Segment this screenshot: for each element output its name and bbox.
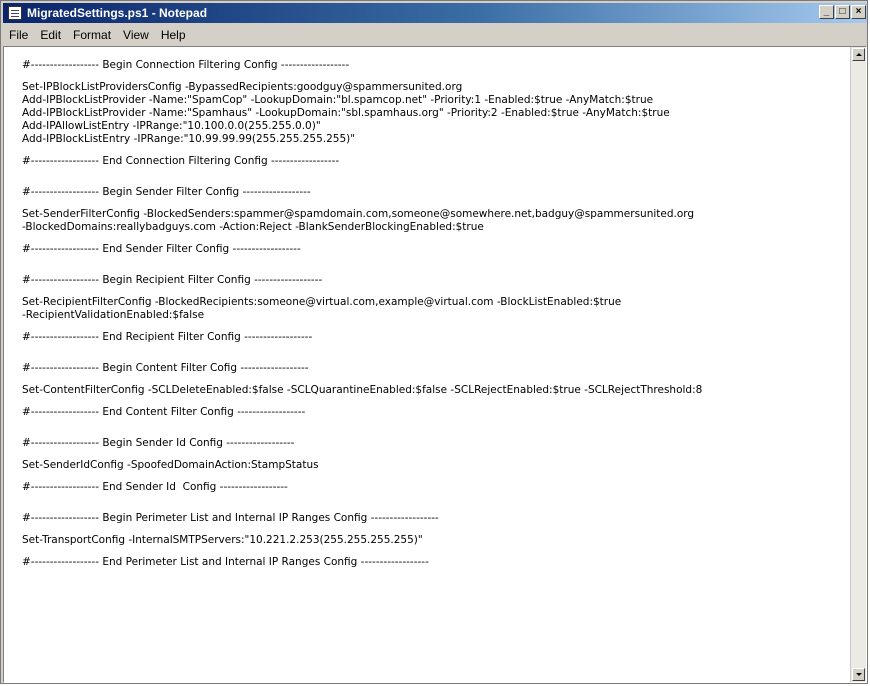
menu-edit[interactable]: Edit xyxy=(34,28,67,42)
vertical-scrollbar[interactable] xyxy=(850,47,866,682)
comment-line: #------------------ End Recipient Filter… xyxy=(22,331,313,343)
minimize-button[interactable]: _ xyxy=(819,5,834,19)
menu-bar: File Edit Format View Help xyxy=(3,25,867,44)
code-line: Add-IPBlockListProvider -Name:"SpamCop" … xyxy=(22,94,654,106)
code-line: Set-SenderIdConfig -SpoofedDomainAction:… xyxy=(22,459,319,471)
code-line: -BlockedDomains:reallybadguys.com -Actio… xyxy=(22,221,484,233)
comment-line: #------------------ End Sender Filter Co… xyxy=(22,243,301,255)
notepad-icon[interactable] xyxy=(8,6,22,20)
comment-line: #------------------ Begin Recipient Filt… xyxy=(22,274,323,286)
scroll-down-arrow-icon[interactable] xyxy=(852,668,865,681)
code-line: Set-SenderFilterConfig -BlockedSenders:s… xyxy=(22,208,695,220)
close-button[interactable]: × xyxy=(851,5,866,19)
code-line: Set-ContentFilterConfig -SCLDeleteEnable… xyxy=(22,384,703,396)
scroll-up-arrow-icon[interactable] xyxy=(852,48,865,61)
menu-help[interactable]: Help xyxy=(155,28,192,42)
window-controls: _ □ × xyxy=(819,5,866,19)
comment-line: #------------------ Begin Content Filter… xyxy=(22,362,309,374)
code-line: Add-IPBlockListEntry -IPRange:"10.99.99.… xyxy=(22,133,356,145)
code-line: -RecipientValidationEnabled:$false xyxy=(22,309,205,321)
code-line: Set-TransportConfig -InternalSMTPServers… xyxy=(22,534,423,546)
comment-line: #------------------ Begin Sender Filter … xyxy=(22,186,311,198)
code-line: Set-IPBlockListProvidersConfig -Bypassed… xyxy=(22,81,463,93)
comment-line: #------------------ Begin Connection Fil… xyxy=(22,59,350,71)
code-line: Add-IPBlockListProvider -Name:"Spamhaus"… xyxy=(22,107,670,119)
text-content[interactable]: #------------------ Begin Connection Fil… xyxy=(4,47,850,682)
notepad-window: MigratedSettings.ps1 - Notepad _ □ × Fil… xyxy=(0,0,868,684)
editor-pane[interactable]: #------------------ Begin Connection Fil… xyxy=(3,46,867,683)
comment-line: #------------------ End Perimeter List a… xyxy=(22,556,429,568)
maximize-button[interactable]: □ xyxy=(835,5,850,19)
code-line: Set-RecipientFilterConfig -BlockedRecipi… xyxy=(22,296,622,308)
menu-format[interactable]: Format xyxy=(67,28,117,42)
window-title: MigratedSettings.ps1 - Notepad xyxy=(27,6,208,20)
menu-view[interactable]: View xyxy=(117,28,155,42)
comment-line: #------------------ End Connection Filte… xyxy=(22,155,340,167)
title-bar[interactable]: MigratedSettings.ps1 - Notepad _ □ × xyxy=(3,3,867,23)
menu-file[interactable]: File xyxy=(3,28,34,42)
comment-line: #------------------ End Content Filter C… xyxy=(22,406,306,418)
comment-line: #------------------ Begin Perimeter List… xyxy=(22,512,439,524)
code-line: Add-IPAllowListEntry -IPRange:"10.100.0.… xyxy=(22,120,321,132)
comment-line: #------------------ End Sender Id Config… xyxy=(22,481,288,493)
comment-line: #------------------ Begin Sender Id Conf… xyxy=(22,437,295,449)
